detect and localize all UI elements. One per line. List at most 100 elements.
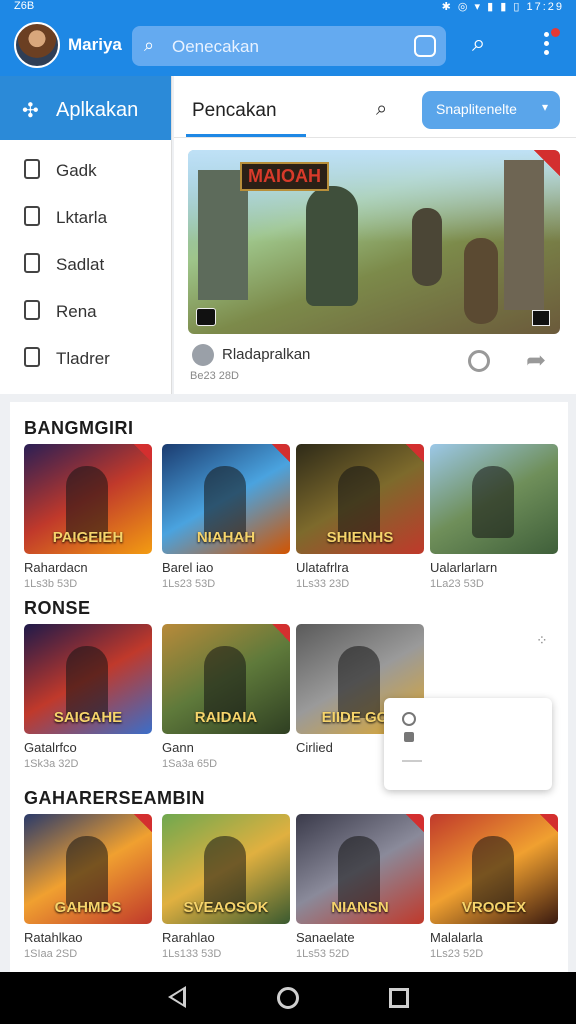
bookmark-icon [24,159,40,179]
game-card[interactable]: Ualarlarlarn 1La23 53D [430,444,558,590]
sidebar-item-label: Sadlat [56,255,105,274]
game-card[interactable]: RAIDAIA Gann 1Sa3a 65D [162,624,290,770]
square-icon [24,347,40,367]
section-title: RONSE [24,598,91,618]
game-thumbnail [430,444,558,554]
game-meta: 1Ls3b 53D [24,578,78,590]
game-card[interactable]: SAIGAHE Gatalrfco 1Sk3a 32D [24,624,152,770]
game-thumbnail: NIAHAH [162,444,290,554]
game-meta: 1Ls133 53D [162,948,222,960]
sidebar-header-label: Aplkakan [56,99,139,121]
rating-badge [532,310,550,326]
tab-bar: Pencakan ⌕ Snaplitenelte ▾ [174,76,576,138]
game-name: Sanaelate [296,930,355,945]
game-thumbnail: SHIENHS [296,444,424,554]
timer-icon [402,712,416,726]
sidebar-item-gadk[interactable]: Gadk [0,140,171,187]
game-card[interactable]: SVEAOSOK Rarahlao 1Ls133 53D [162,814,290,960]
voice-search-icon[interactable] [414,35,436,57]
square-icon [24,253,40,273]
game-thumbnail: NIANSN [296,814,424,924]
sidebar-item-tladrer[interactable]: Tladrer [0,328,171,375]
avatar[interactable] [14,22,60,68]
game-thumbnail: SVEAOSOK [162,814,290,924]
game-card[interactable]: PAIGEIEH Rahardacn 1Ls3b 53D [24,444,152,590]
chevron-down-icon: ▾ [541,100,548,114]
search-placeholder: Oenecakan [172,37,259,56]
game-catalog: BANGMGIRI PAIGEIEH Rahardacn 1Ls3b 53D N… [10,402,568,972]
search-icon: ⌕ [144,35,155,55]
game-meta: 1Sk3a 32D [24,758,79,770]
featured-game-meta: Be23 28D [190,370,239,382]
developer-avatar [192,344,214,366]
game-name: Ulatafrlra [296,560,349,575]
sidebar-header[interactable]: ✣ Aplkakan [0,76,171,140]
section-title: BANGMGIRI [24,418,134,438]
game-thumbnail: RAIDAIA [162,624,290,734]
notification-dot [551,28,560,37]
filter-label: Snaplitenelte [436,101,517,117]
sidebar-item-label: Lktarla [56,208,108,227]
tag-icon [24,206,40,226]
active-tab-indicator [186,134,306,137]
featured-game-logo: MAIOAH [240,162,329,191]
tab-pencakan[interactable]: Pencakan [192,100,277,122]
game-name: Rarahlao [162,930,215,945]
back-icon[interactable] [168,986,186,1008]
sidebar-item-label: Rena [56,302,97,321]
system-nav-bar [0,972,576,1024]
game-meta: 1La23 53D [430,578,484,590]
sidebar-item-lktarla[interactable]: Lktarla [0,187,171,234]
game-card[interactable]: NIANSN Sanaelate 1Ls53 52D [296,814,424,960]
game-name: Ualarlarlarn [430,560,498,575]
game-name: Rahardacn [24,560,88,575]
filter-dropdown[interactable]: Snaplitenelte ▾ [422,91,560,129]
status-right-text: ✱ ◎ ▾ ▮ ▮ ▯ 17:29 [441,1,564,13]
game-name: Gann [162,740,194,755]
game-thumbnail: GAHMDS [24,814,152,924]
game-card[interactable]: VROOEX Malalarla 1Ls23 52D [430,814,558,960]
share-button[interactable]: ➦ [526,346,546,375]
game-card[interactable]: NIAHAH Barel iao 1Ls23 53D [162,444,290,590]
game-card[interactable]: SHIENHS Ulatafrlra 1Ls33 23D [296,444,424,590]
recent-apps-icon[interactable] [389,988,409,1008]
game-name: Gatalrfco [24,740,77,755]
game-card[interactable]: GAHMDS Ratahlkao 1SIaa 2SD [24,814,152,960]
home-icon[interactable] [277,987,299,1009]
sidebar-item-sadlat[interactable]: Sadlat [0,234,171,281]
game-meta: 1Ls23 52D [430,948,484,960]
game-name: Ratahlkao [24,930,83,945]
square-icon [24,300,40,320]
more-options-icon[interactable]: ⁘ [536,632,549,649]
sidebar-item-label: Gadk [56,161,97,180]
featured-game-banner[interactable]: MAIOAH [188,150,560,334]
featured-panel: Pencakan ⌕ Snaplitenelte ▾ MAIOAH Rladap… [174,76,576,394]
featured-game-name[interactable]: Rladapralkan [222,346,310,363]
pin-button[interactable] [468,350,490,372]
username: Mariya [68,35,122,54]
game-name: Malalarla [430,930,483,945]
new-ribbon [534,150,560,176]
status-left-text: Z6B [14,0,35,12]
top-app-bar: Mariya ⌕ Oenecakan ⌕ [0,14,576,76]
game-name: Barel iao [162,560,214,575]
game-meta: 1Ls53 52D [296,948,350,960]
game-meta: 1Ls23 53D [162,578,216,590]
divider [402,760,422,762]
game-thumbnail: VROOEX [430,814,558,924]
tab-search-icon[interactable]: ⌕ [376,98,387,121]
search-input[interactable]: ⌕ Oenecakan [132,26,446,66]
kebab-menu-icon[interactable] [536,28,560,62]
sidebar-item-label: Tladrer [56,349,110,368]
sidebar-item-rena[interactable]: Rena [0,281,171,328]
game-thumbnail: SAIGAHE [24,624,152,734]
section-title: GAHARERSEAMBIN [24,788,206,808]
hero-character [306,186,358,306]
sidebar: ✣ Aplkakan Gadk Lktarla Sadlat Rena Tlad… [0,76,172,394]
game-meta: 1Ls33 23D [296,578,350,590]
game-meta: 1Sa3a 65D [162,758,218,770]
game-meta: 1SIaa 2SD [24,948,78,960]
search-button[interactable]: ⌕ [472,30,485,58]
bookmark-icon [404,732,414,742]
context-popup[interactable] [384,698,552,790]
